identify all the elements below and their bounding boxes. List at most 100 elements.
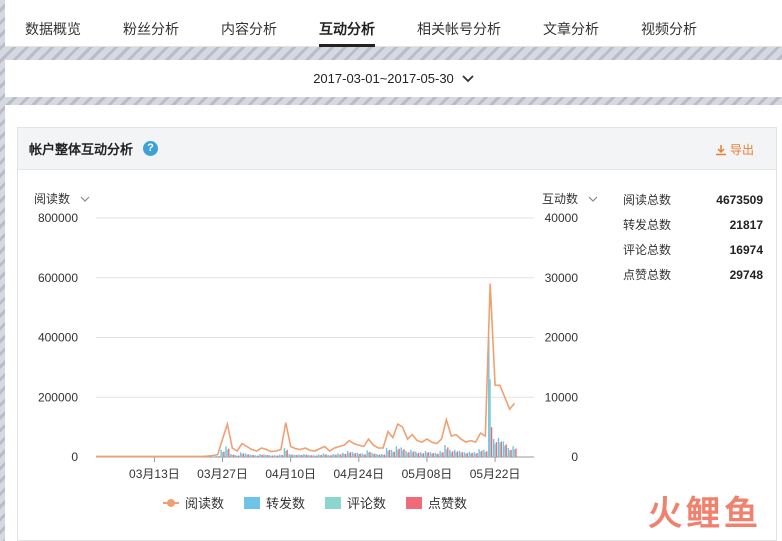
tab-6[interactable]: 视频分析 [641,0,697,47]
download-icon [715,144,726,155]
legend-label: 阅读数 [185,496,225,511]
bar-likes [476,453,478,457]
bar-likes [257,455,259,457]
tab-0[interactable]: 数据概览 [25,0,81,47]
bar-likes [398,448,400,457]
bar-comments [338,454,341,457]
bar-likes [271,455,274,457]
bar-comments [294,455,297,457]
tab-3[interactable]: 互动分析 [319,0,375,47]
legend-label: 转发数 [266,496,306,511]
bar-shares [254,455,256,457]
legend-item[interactable]: 点赞数 [406,493,467,512]
summary-label: 评论总数 [623,243,672,257]
bar-shares [468,451,471,457]
legend-swatch [325,496,342,509]
bar-comments [504,445,506,457]
bar-shares [449,449,451,457]
bar-shares [512,446,514,457]
bar-shares [434,452,436,457]
bar-comments [275,455,277,457]
bar-shares [215,455,217,457]
bar-likes [422,453,425,457]
bar-shares [463,452,466,457]
legend-swatch [163,497,179,509]
bar-likes [456,451,459,457]
legend-item[interactable]: 评论数 [325,493,386,512]
bar-comments [324,454,326,457]
left-tick-label: 200000 [38,390,78,404]
bar-shares [239,452,242,457]
bar-shares [220,449,222,457]
left-tick-label: 800000 [38,211,78,225]
bar-comments [285,451,287,457]
bar-likes [281,454,284,457]
bar-comments [392,452,394,457]
legend-item[interactable]: 阅读数 [163,493,224,512]
bar-shares [458,451,461,457]
bar-comments [513,449,516,457]
bar-shares [288,454,290,457]
help-icon[interactable]: ? [143,141,159,156]
bar-shares [424,451,427,457]
bar-comments [479,451,482,457]
bar-comments [465,453,467,457]
bar-likes [490,427,493,457]
bar-comments [411,452,414,457]
summary-row: 阅读总数 4673509 [623,188,763,213]
bar-likes [330,455,332,457]
bar-likes [359,453,361,457]
tab-4[interactable]: 相关帐号分析 [417,0,501,47]
bar-comments [358,454,360,457]
bar-shares [385,448,388,457]
tab-2[interactable]: 内容分析 [221,0,277,47]
tab-5[interactable]: 文章分析 [543,0,599,47]
tab-1[interactable]: 粉丝分析 [123,0,179,47]
bar-likes [393,451,395,457]
bar-likes [267,454,269,457]
legend-item[interactable]: 转发数 [244,493,305,512]
bar-comments [406,452,409,457]
bar-shares [381,454,383,457]
bar-comments [309,455,311,457]
summary-row: 转发总数 21817 [623,213,763,238]
bar-comments [455,452,457,457]
bar-shares [332,454,334,457]
bar-likes [276,455,279,457]
bar-comments [377,454,379,457]
bar-likes [286,449,288,457]
summary-label: 阅读总数 [623,193,672,207]
interaction-chart: 0 200000 400000 600000 800000 0 10000 20000 3000… [38,211,578,481]
bar-likes [320,454,322,457]
bar-likes [447,447,449,457]
right-tick-label: 0 [571,450,578,464]
bar-shares [366,450,368,457]
bar-likes [252,454,254,457]
chart-legend: 阅读数 转发数 评论数 点赞数 [163,493,467,512]
bar-likes [296,454,298,457]
bar-shares [395,446,398,457]
bar-shares [278,454,281,457]
export-button[interactable]: 导出 [715,141,754,158]
bar-likes [262,454,264,457]
bar-shares [337,453,339,457]
bar-likes [305,454,308,457]
bar-shares [444,445,446,457]
legend-swatch [406,496,423,509]
bar-shares [264,454,266,457]
bar-comments [231,454,233,457]
legend-swatch [244,496,261,509]
bar-likes [291,454,293,457]
date-range-picker[interactable]: 2017-03-01~2017-05-30 [313,71,474,86]
bar-shares [439,451,441,457]
bar-comments [221,452,224,457]
bar-likes [364,454,366,457]
bar-shares [342,452,344,457]
left-tick-label: 400000 [38,331,78,345]
bar-shares [507,448,509,457]
bar-shares [298,454,300,457]
bar-likes [481,450,483,457]
date-bar: 2017-03-01~2017-05-30 [5,60,782,97]
bar-comments [494,443,496,457]
summary-totals: 阅读总数 4673509 转发总数 21817 评论总数 16974 点赞总数 29748 [623,188,763,288]
